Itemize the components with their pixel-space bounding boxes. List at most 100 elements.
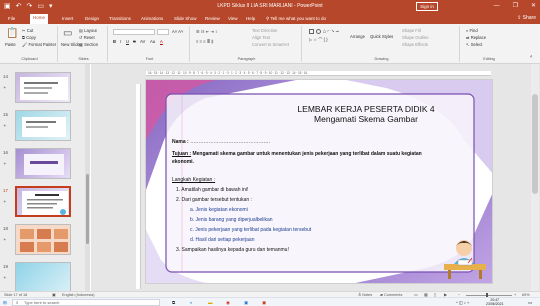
format-painter-button[interactable]: 🖌 Format Painter: [22, 42, 56, 47]
section-button[interactable]: ▦ Section: [79, 42, 98, 47]
editor-scroll-thumb[interactable]: [532, 94, 538, 194]
arrange-button[interactable]: Arrange: [350, 34, 365, 39]
redo-icon[interactable]: ↷: [27, 2, 33, 11]
tujuan-line[interactable]: Tujuan : Mengamati skema gambar untuk me…: [172, 150, 422, 158]
step-2[interactable]: 2. Dari gambar tersebut tentukan :: [176, 196, 252, 204]
slide-thumbnail-image: [15, 148, 71, 179]
select-button[interactable]: ↖ Select: [466, 42, 482, 47]
align-text-button[interactable]: Align Text: [252, 35, 270, 40]
slide-thumbnail[interactable]: 18 ✶: [0, 224, 90, 256]
shape-effects-button[interactable]: Shape Effects: [402, 42, 428, 47]
tab-animations[interactable]: Animations: [141, 15, 163, 22]
replace-button[interactable]: ⇄ Replace: [466, 35, 486, 40]
underline-button[interactable]: U: [126, 39, 129, 44]
customize-qat-icon[interactable]: ▾: [49, 2, 53, 11]
copy-button[interactable]: ⧉ Copy: [22, 35, 36, 40]
vertical-ruler: [136, 84, 141, 289]
slide-number: 15: [3, 112, 9, 117]
maximize-button[interactable]: ❐: [513, 2, 518, 11]
bullets-icon[interactable]: ☰ ☷ ⇤ ⇥ ↕: [196, 29, 217, 34]
italic-button[interactable]: I: [120, 39, 121, 44]
thumbnail-scrollbar[interactable]: [85, 64, 90, 291]
align-icons[interactable]: ≡ ≡ ≡ ≣ ⫼: [196, 39, 213, 44]
slide-thumbnail[interactable]: 19 ✶: [0, 262, 90, 294]
langkah-title[interactable]: Langkah Kegiatan :: [172, 176, 215, 184]
start-slideshow-icon[interactable]: ▭: [37, 2, 44, 11]
new-slide-button[interactable]: New Slide: [61, 42, 80, 47]
file-explorer-icon[interactable]: ▬: [208, 299, 213, 306]
tab-slide-show[interactable]: Slide Show: [174, 15, 197, 22]
system-tray-icons[interactable]: ^ ◫ ♪ ⌁: [456, 299, 469, 306]
find-button[interactable]: ⌕ Find: [466, 28, 478, 33]
undo-icon[interactable]: ↶: [16, 2, 22, 11]
word-icon[interactable]: ▣: [244, 299, 248, 306]
close-button[interactable]: ✕: [531, 2, 536, 11]
ribbon-tabs: File Home Insert Design Transitions Anim…: [0, 13, 540, 24]
text-direction-button[interactable]: Text Direction: [252, 28, 277, 33]
grow-font-icon[interactable]: A˄ A˅: [172, 29, 183, 34]
notification-icon[interactable]: ▭: [528, 299, 532, 306]
bold-button[interactable]: B: [113, 39, 116, 44]
sign-in-button[interactable]: Sign in: [416, 2, 438, 11]
shape-outline-button[interactable]: Shape Outline: [402, 35, 429, 40]
slide-subtitle[interactable]: Mengamati Skema Gambar: [246, 114, 486, 125]
quick-styles-button[interactable]: Quick Styles: [370, 34, 393, 39]
nama-line[interactable]: Nama : …………………………………………: [172, 138, 270, 146]
reset-button[interactable]: ↺ Reset: [79, 35, 95, 40]
tab-home[interactable]: Home: [30, 14, 49, 24]
substep-d[interactable]: d. Hasil dari setiap pekerjaan: [190, 236, 254, 244]
font-name-box[interactable]: [113, 29, 155, 35]
tell-me-search[interactable]: ⚲ Tell me what you want to do: [266, 15, 326, 22]
font-size-box[interactable]: [157, 29, 169, 35]
substep-c[interactable]: c. Jenis pekerjaan yang terlibat pada ke…: [190, 226, 311, 234]
tab-review[interactable]: Review: [205, 15, 220, 22]
slide-thumbnail[interactable]: 14 ✶: [0, 72, 90, 104]
char-spacing-button[interactable]: AV: [140, 39, 145, 44]
strikethrough-button[interactable]: S: [133, 39, 136, 44]
task-view-icon[interactable]: ⧉: [172, 299, 175, 306]
change-case-button[interactable]: Aa: [150, 39, 155, 44]
tujuan-line-2[interactable]: ekonomi.: [172, 158, 194, 166]
step-1[interactable]: 1. Amatilah gambar di bawah ini!: [176, 186, 248, 194]
edge-icon[interactable]: ◐: [190, 299, 193, 306]
slide-thumbnail[interactable]: 16 ✶: [0, 148, 90, 180]
slide-thumbnail[interactable]: 15 ✶: [0, 110, 90, 142]
shapes-gallery-icon[interactable]: △ ⌐ ↘ ⭢: [323, 28, 339, 33]
layout-button[interactable]: ▤ Layout: [79, 28, 97, 33]
smartart-button[interactable]: Convert to SmartArt: [252, 42, 289, 47]
zoom-slider[interactable]: [466, 294, 512, 296]
font-group: A˄ A˅ B I U S AV Aa A Font: [110, 26, 190, 62]
step-3[interactable]: 3. Sampaikan hasilnya kepada guru dan te…: [176, 246, 289, 254]
tab-help[interactable]: Help: [246, 15, 255, 22]
collapse-ribbon-icon[interactable]: ˄: [530, 54, 532, 59]
chrome-icon[interactable]: ◉: [226, 299, 230, 306]
oval-shape-icon[interactable]: [316, 29, 321, 34]
window-title: LKPD Siklus II LIA SRI MARLIANI - PowerP…: [217, 3, 323, 9]
minimize-button[interactable]: —: [494, 2, 500, 11]
cut-button[interactable]: ✂ Cut: [22, 28, 33, 33]
powerpoint-icon[interactable]: ▣: [262, 299, 266, 306]
slide-canvas[interactable]: LEMBAR KERJA PESERTA DIDIK 4 Mengamati S…: [145, 79, 493, 284]
substep-b[interactable]: b. Jenis barang yang diperjualbelikan: [190, 216, 273, 224]
font-color-button[interactable]: A: [160, 39, 163, 44]
tab-insert[interactable]: Insert: [62, 15, 73, 22]
rectangle-shape-icon[interactable]: [309, 29, 314, 34]
taskbar-search-box[interactable]: ⌕ Type here to search: [12, 299, 160, 306]
paste-button[interactable]: Paste: [5, 42, 16, 47]
shape-fill-button[interactable]: Shape Fill: [402, 28, 421, 33]
editor-scrollbar[interactable]: [531, 64, 539, 291]
save-icon[interactable]: ▣: [4, 2, 11, 11]
student-writing-illustration: [444, 240, 486, 279]
thumbnail-scroll-thumb[interactable]: [86, 174, 89, 244]
slides-label: Slides: [78, 57, 89, 61]
shapes-gallery-row2-icon[interactable]: ▷ ☆ ⌒ { }: [309, 37, 328, 42]
windows-start-icon[interactable]: ⊞: [3, 299, 7, 306]
share-button[interactable]: ⇪ Share: [517, 15, 536, 22]
clock[interactable]: 20:47 23/06/2021: [486, 298, 504, 306]
substep-a[interactable]: a. Jenis kegiatan ekonomi: [190, 206, 248, 214]
tab-transitions[interactable]: Transitions: [109, 15, 131, 22]
slide-thumbnail-selected[interactable]: 17 ✶: [0, 186, 90, 218]
tab-view[interactable]: View: [228, 15, 238, 22]
tab-file[interactable]: File: [8, 15, 15, 22]
tab-design[interactable]: Design: [85, 15, 99, 22]
